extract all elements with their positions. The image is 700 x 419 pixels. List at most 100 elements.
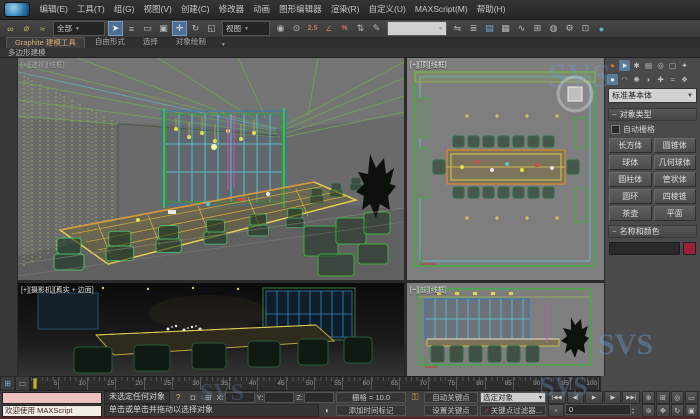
object-type-button[interactable]: 球体 — [609, 155, 652, 170]
select-and-move-icon[interactable]: ✛ — [172, 21, 187, 36]
menu-item[interactable]: 创建(C) — [176, 0, 214, 19]
time-slider-handle-icon[interactable]: ▭ — [15, 376, 30, 391]
object-color-swatch[interactable] — [683, 242, 696, 255]
material-editor-icon[interactable]: ◍ — [546, 21, 561, 36]
y-coordinate-field[interactable] — [264, 392, 294, 403]
selection-filter-dropdown[interactable]: 全部▼ — [53, 21, 105, 36]
key-mode-toggle-button[interactable]: » — [548, 404, 564, 417]
use-pivot-point-center-icon[interactable]: ◉ — [273, 21, 288, 36]
auto-key-button[interactable]: 自动关键点 — [424, 392, 478, 403]
select-and-scale-icon[interactable]: ◱ — [204, 21, 219, 36]
x-coordinate-field[interactable] — [225, 392, 255, 403]
display-tab-icon[interactable]: ▢ — [667, 60, 678, 71]
modify-tab-icon[interactable]: ✱ — [631, 60, 642, 71]
geometry-icon[interactable]: ● — [607, 74, 618, 85]
open-mini-curve-editor-icon[interactable]: ⊞ — [0, 376, 15, 391]
menu-item[interactable]: 渲染(R) — [326, 0, 364, 19]
cameras-icon[interactable]: ◗ — [643, 74, 654, 85]
ribbon-tab[interactable]: Graphite 建模工具 — [6, 37, 85, 48]
motion-tab-icon[interactable]: ◎ — [655, 60, 666, 71]
object-name-input[interactable] — [609, 242, 680, 255]
spinner-snap-toggle-icon[interactable]: ⇅ — [353, 21, 368, 36]
menu-item[interactable]: 图形编辑器 — [275, 0, 327, 19]
select-and-link-icon[interactable]: ∞ — [3, 21, 18, 36]
shapes-icon[interactable]: ◠ — [619, 74, 630, 85]
viewport-top[interactable]: [+][顶][线框] — [407, 58, 604, 280]
layer-manager-icon[interactable]: ▤ — [482, 21, 497, 36]
orbit-icon[interactable]: ↻ — [671, 404, 684, 417]
zoom-region-icon[interactable]: ▭ — [685, 391, 698, 404]
play-button[interactable]: ▶ — [585, 391, 603, 404]
previous-frame-button[interactable]: ◀| — [567, 391, 585, 404]
angle-snap-toggle-icon[interactable]: ∠ — [321, 21, 336, 36]
time-tag-icon[interactable]: ◐ — [321, 405, 334, 416]
viewport-label[interactable]: [+][顶][线框] — [410, 60, 447, 70]
key-filters-button[interactable]: ✓关键点过滤器... — [480, 405, 546, 416]
pin-stack-icon[interactable]: ● — [607, 60, 618, 71]
object-type-button[interactable]: 圆柱体 — [609, 172, 652, 187]
space-warps-icon[interactable]: ≈ — [667, 74, 678, 85]
viewport-camera[interactable]: [+][摄影机][真实 + 边面] — [18, 283, 404, 376]
curve-editor-icon[interactable]: ∿ — [514, 21, 529, 36]
helpers-icon[interactable]: ✚ — [655, 74, 666, 85]
z-coordinate-field[interactable] — [304, 392, 334, 403]
current-frame-marker[interactable] — [33, 378, 37, 389]
next-frame-button[interactable]: |▶ — [604, 391, 622, 404]
schematic-view-icon[interactable]: ⊞ — [530, 21, 545, 36]
timeline-ruler[interactable]: 5101520253035404550556065707580859095100 — [30, 376, 600, 391]
object-type-button[interactable]: 长方体 — [609, 138, 652, 153]
isolate-toggle-icon[interactable]: ? — [172, 392, 185, 403]
menu-item[interactable]: 动画 — [249, 0, 275, 19]
ribbon-tab[interactable]: 选择 — [135, 37, 166, 48]
select-object-icon[interactable]: ➤ — [108, 21, 123, 36]
reference-coordinate-dropdown[interactable]: 视图▼ — [222, 21, 270, 36]
set-key-button[interactable]: 设置关键点 — [424, 405, 478, 416]
render-setup-icon[interactable]: ⚙ — [562, 21, 577, 36]
menu-item[interactable]: MAXScript(M) — [410, 0, 472, 19]
object-type-button[interactable]: 圆环 — [609, 189, 652, 204]
application-button[interactable] — [4, 2, 30, 17]
edit-named-selection-sets-icon[interactable]: ✎ — [369, 21, 384, 36]
graphite-ribbon-toggle-icon[interactable]: ▦ — [498, 21, 513, 36]
menu-item[interactable]: 工具(T) — [72, 0, 109, 19]
object-type-button[interactable]: 几何球体 — [654, 155, 697, 170]
rectangular-selection-region-icon[interactable]: ▭ — [140, 21, 155, 36]
frame-spinner[interactable]: ▴▾ — [632, 404, 640, 417]
viewport-label[interactable]: [+][摄影机][真实 + 边面] — [21, 285, 94, 295]
lights-icon[interactable]: ✺ — [631, 74, 642, 85]
ribbon-tab[interactable]: 自由形式 — [87, 37, 133, 48]
primitive-category-dropdown[interactable]: 标准基本体▼ — [608, 88, 697, 103]
ribbon-tab[interactable]: 对象绘制 — [168, 37, 214, 48]
menu-item[interactable]: 组(G) — [109, 0, 139, 19]
object-type-button[interactable]: 茶壶 — [609, 206, 652, 221]
selection-lock-icon[interactable]: ◘ — [187, 392, 200, 403]
object-type-rollout[interactable]: − 对象类型 — [608, 108, 697, 121]
utilities-tab-icon[interactable]: ✦ — [679, 60, 690, 71]
object-type-button[interactable]: 管状体 — [654, 172, 697, 187]
percent-snap-toggle-icon[interactable]: % — [337, 21, 352, 36]
zoom-extents-icon[interactable]: ◎ — [671, 391, 684, 404]
window-crossing-icon[interactable]: ▣ — [156, 21, 171, 36]
menu-item[interactable]: 编辑(E) — [35, 0, 72, 19]
name-color-rollout[interactable]: − 名称和颜色 — [608, 225, 697, 238]
viewport-label[interactable]: [+][透视][线框] — [21, 60, 65, 70]
unlink-selection-icon[interactable]: ⌀ — [19, 21, 34, 36]
select-and-rotate-icon[interactable]: ↻ — [188, 21, 203, 36]
systems-icon[interactable]: ❖ — [679, 74, 690, 85]
menu-item[interactable]: 帮助(H) — [472, 0, 510, 19]
add-time-tag-button[interactable]: 添加时间标记 — [336, 405, 406, 416]
zoom-all-icon[interactable]: ⊞ — [656, 391, 669, 404]
select-by-name-icon[interactable]: ≡ — [124, 21, 139, 36]
menu-item[interactable]: 自定义(U) — [364, 0, 410, 19]
maxscript-mini-listener-pink[interactable] — [2, 392, 102, 404]
snap-toggle-2-5-icon[interactable]: 2.5 — [305, 21, 320, 36]
create-tab-icon[interactable]: ➤ — [619, 60, 630, 71]
select-and-manipulate-icon[interactable]: ⊙ — [289, 21, 304, 36]
viewport-front[interactable]: [+][前][线框] — [407, 283, 604, 376]
go-to-start-button[interactable]: |◀◀ — [548, 391, 566, 404]
go-to-end-button[interactable]: ▶▶| — [622, 391, 640, 404]
viewport-label[interactable]: [+][前][线框] — [410, 285, 447, 295]
autogrid-checkbox[interactable] — [611, 125, 620, 134]
key-target-dropdown[interactable]: 选定对象▼ — [480, 392, 546, 403]
maximize-viewport-icon[interactable]: ▣ — [685, 404, 698, 417]
